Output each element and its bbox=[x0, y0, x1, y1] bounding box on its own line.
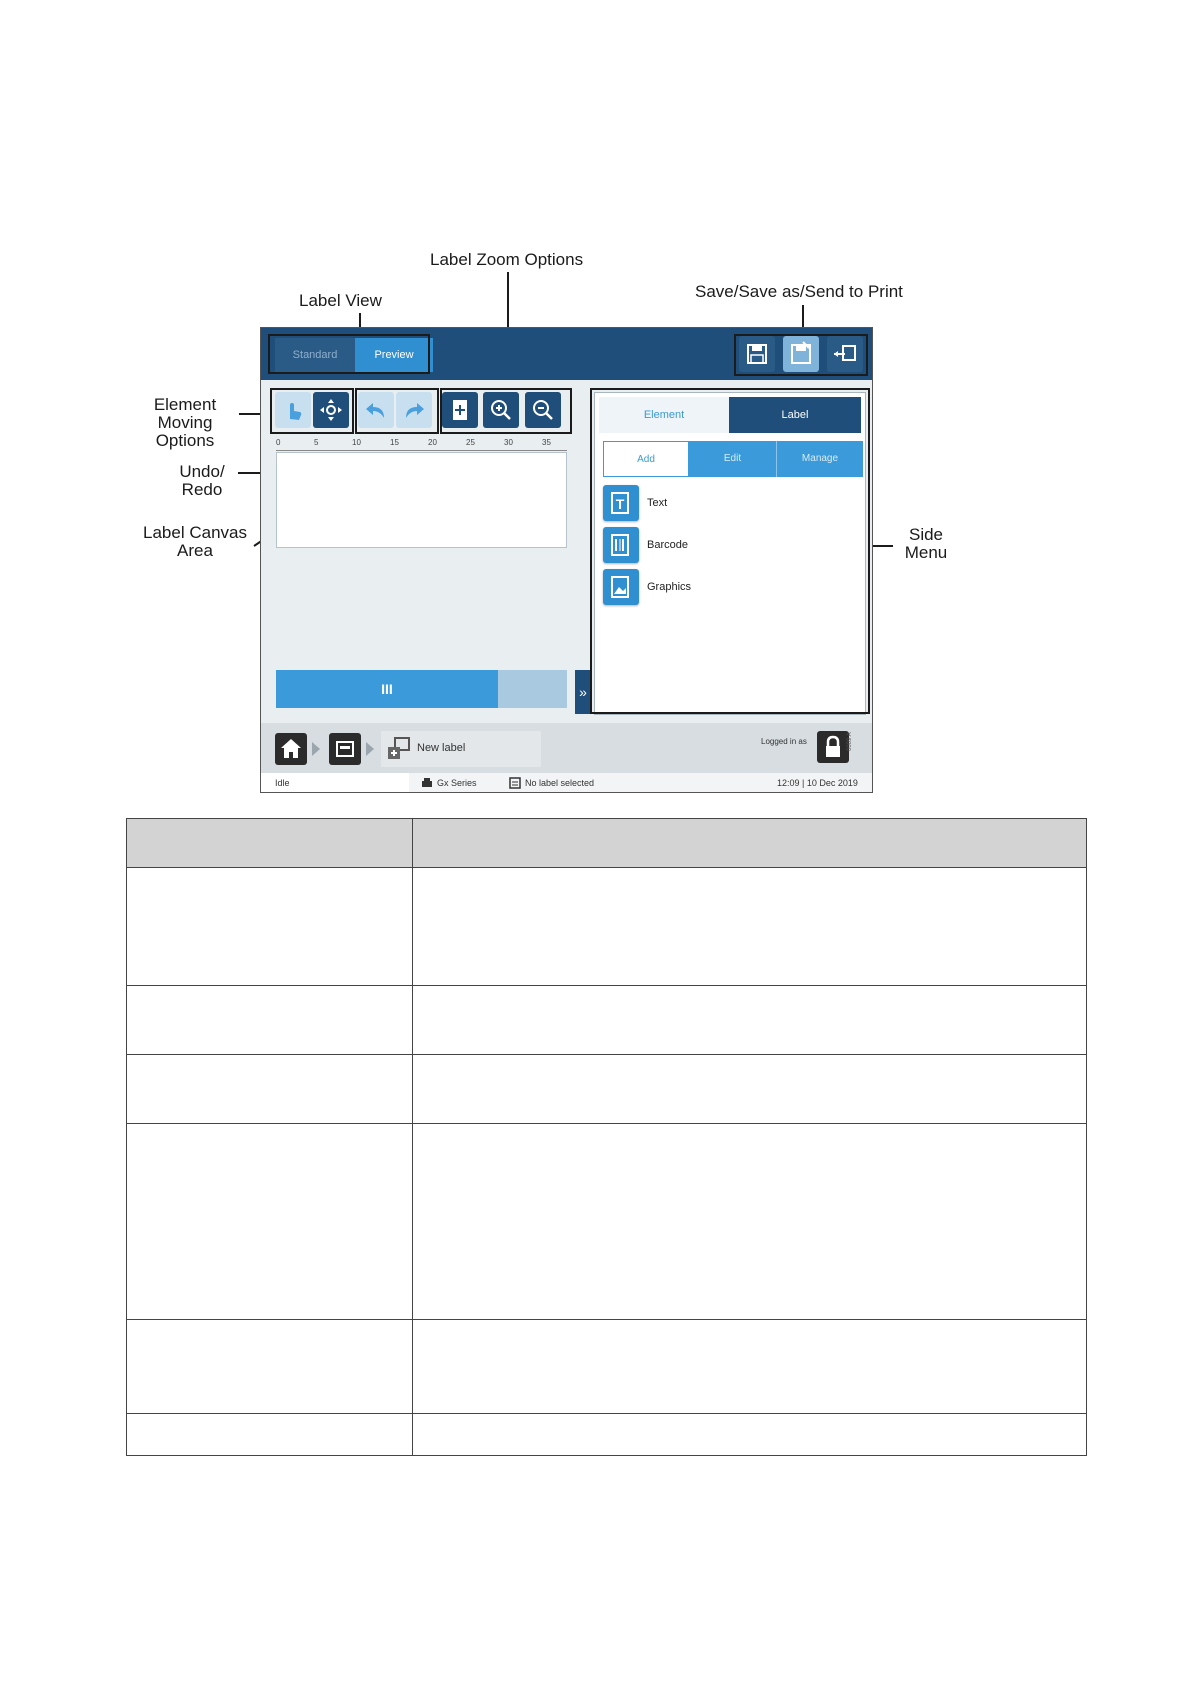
label-store-icon bbox=[336, 741, 354, 757]
status-bar: Idle Gx Series No label selected 12:09 |… bbox=[261, 773, 872, 792]
ruler-tick: 35 bbox=[542, 438, 551, 447]
home-button[interactable] bbox=[275, 733, 307, 765]
lock-icon bbox=[826, 735, 840, 757]
label-canvas[interactable] bbox=[276, 452, 567, 548]
table-header-cell bbox=[412, 818, 1087, 868]
table-cell bbox=[126, 1319, 413, 1414]
breadcrumb-label: New label bbox=[417, 742, 466, 754]
ruler-tick: 10 bbox=[352, 438, 361, 447]
leader-line-side bbox=[871, 545, 893, 547]
callout-save-send: Save/Save as/Send to Print bbox=[695, 282, 903, 301]
highlight-label-view bbox=[268, 334, 430, 374]
canvas-ruler: 0 5 10 15 20 25 30 35 bbox=[276, 438, 567, 451]
date-time: 12:09 | 10 Dec 2019 bbox=[777, 778, 858, 788]
table-cell bbox=[412, 867, 1087, 986]
status-idle: Idle bbox=[275, 778, 290, 788]
callout-undo-redo: Undo/ Redo bbox=[165, 463, 239, 499]
breadcrumb-current: New label bbox=[381, 731, 541, 767]
chevron-right-icon bbox=[366, 742, 374, 756]
callout-line: Options bbox=[155, 431, 215, 450]
callout-line: Area bbox=[177, 541, 213, 560]
table-cell bbox=[126, 1054, 413, 1124]
callout-label-view: Label View bbox=[299, 291, 382, 310]
table-cell bbox=[412, 985, 1087, 1055]
highlight-undo-redo bbox=[355, 388, 439, 434]
chevron-right-icon bbox=[312, 742, 320, 756]
status-center: Gx Series No label selected 12:09 | 10 D… bbox=[409, 773, 872, 792]
description-table bbox=[126, 818, 1087, 1456]
table-row bbox=[126, 1123, 1087, 1320]
callout-line: Undo/ bbox=[179, 462, 225, 481]
ruler-tick: 30 bbox=[504, 438, 513, 447]
table-cell bbox=[126, 867, 413, 986]
callout-line: Element bbox=[153, 395, 217, 414]
table-header-cell bbox=[126, 818, 413, 868]
callout-label-canvas-area: Label Canvas Area bbox=[134, 524, 256, 560]
callout-line: Redo bbox=[181, 480, 223, 499]
ruler-tick: 20 bbox=[428, 438, 437, 447]
callout-label-zoom-options: Label Zoom Options bbox=[430, 250, 584, 269]
ruler-tick: 15 bbox=[390, 438, 399, 447]
table-header-row bbox=[126, 818, 1087, 868]
table-cell bbox=[412, 1413, 1087, 1456]
table-cell bbox=[126, 1413, 413, 1456]
highlight-element-moving bbox=[270, 388, 354, 434]
new-label-icon bbox=[388, 737, 410, 759]
callout-line: Label Canvas bbox=[143, 523, 247, 542]
callout-side-menu: Side Menu bbox=[896, 526, 956, 562]
lock-button[interactable] bbox=[817, 731, 849, 763]
callout-line: Moving bbox=[157, 413, 213, 432]
label-icon bbox=[509, 777, 521, 789]
label-store-button[interactable] bbox=[329, 733, 361, 765]
printer-name: Gx Series bbox=[437, 778, 477, 788]
table-cell bbox=[126, 985, 413, 1055]
table-cell bbox=[412, 1054, 1087, 1124]
table-row bbox=[126, 1054, 1087, 1124]
table-cell bbox=[412, 1123, 1087, 1320]
printer-icon bbox=[422, 778, 432, 787]
table-row bbox=[126, 1413, 1087, 1456]
expand-side-menu-button[interactable]: » bbox=[575, 670, 591, 714]
label-status: No label selected bbox=[525, 778, 595, 788]
callout-line: Side bbox=[908, 525, 944, 544]
table-row bbox=[126, 1319, 1087, 1414]
edge-code: 0009 A bbox=[847, 732, 853, 751]
bottom-bar: New label Logged in as 0009 A bbox=[261, 723, 872, 773]
highlight-zoom bbox=[440, 388, 572, 434]
scrollbar-thumb[interactable]: III bbox=[276, 670, 498, 708]
highlight-save-send bbox=[734, 334, 868, 376]
callout-line: Menu bbox=[904, 543, 948, 562]
canvas-scrollbar[interactable]: III bbox=[276, 670, 567, 708]
table-cell bbox=[412, 1319, 1087, 1414]
ruler-tick: 25 bbox=[466, 438, 475, 447]
ruler-tick: 0 bbox=[276, 438, 281, 447]
table-row bbox=[126, 985, 1087, 1055]
ruler-tick: 5 bbox=[314, 438, 319, 447]
table-cell bbox=[126, 1123, 413, 1320]
callout-element-moving-options: Element Moving Options bbox=[142, 396, 228, 450]
table-row bbox=[126, 867, 1087, 986]
highlight-side-menu bbox=[590, 388, 870, 714]
home-icon bbox=[281, 739, 301, 758]
logged-in-text: Logged in as bbox=[761, 737, 807, 746]
